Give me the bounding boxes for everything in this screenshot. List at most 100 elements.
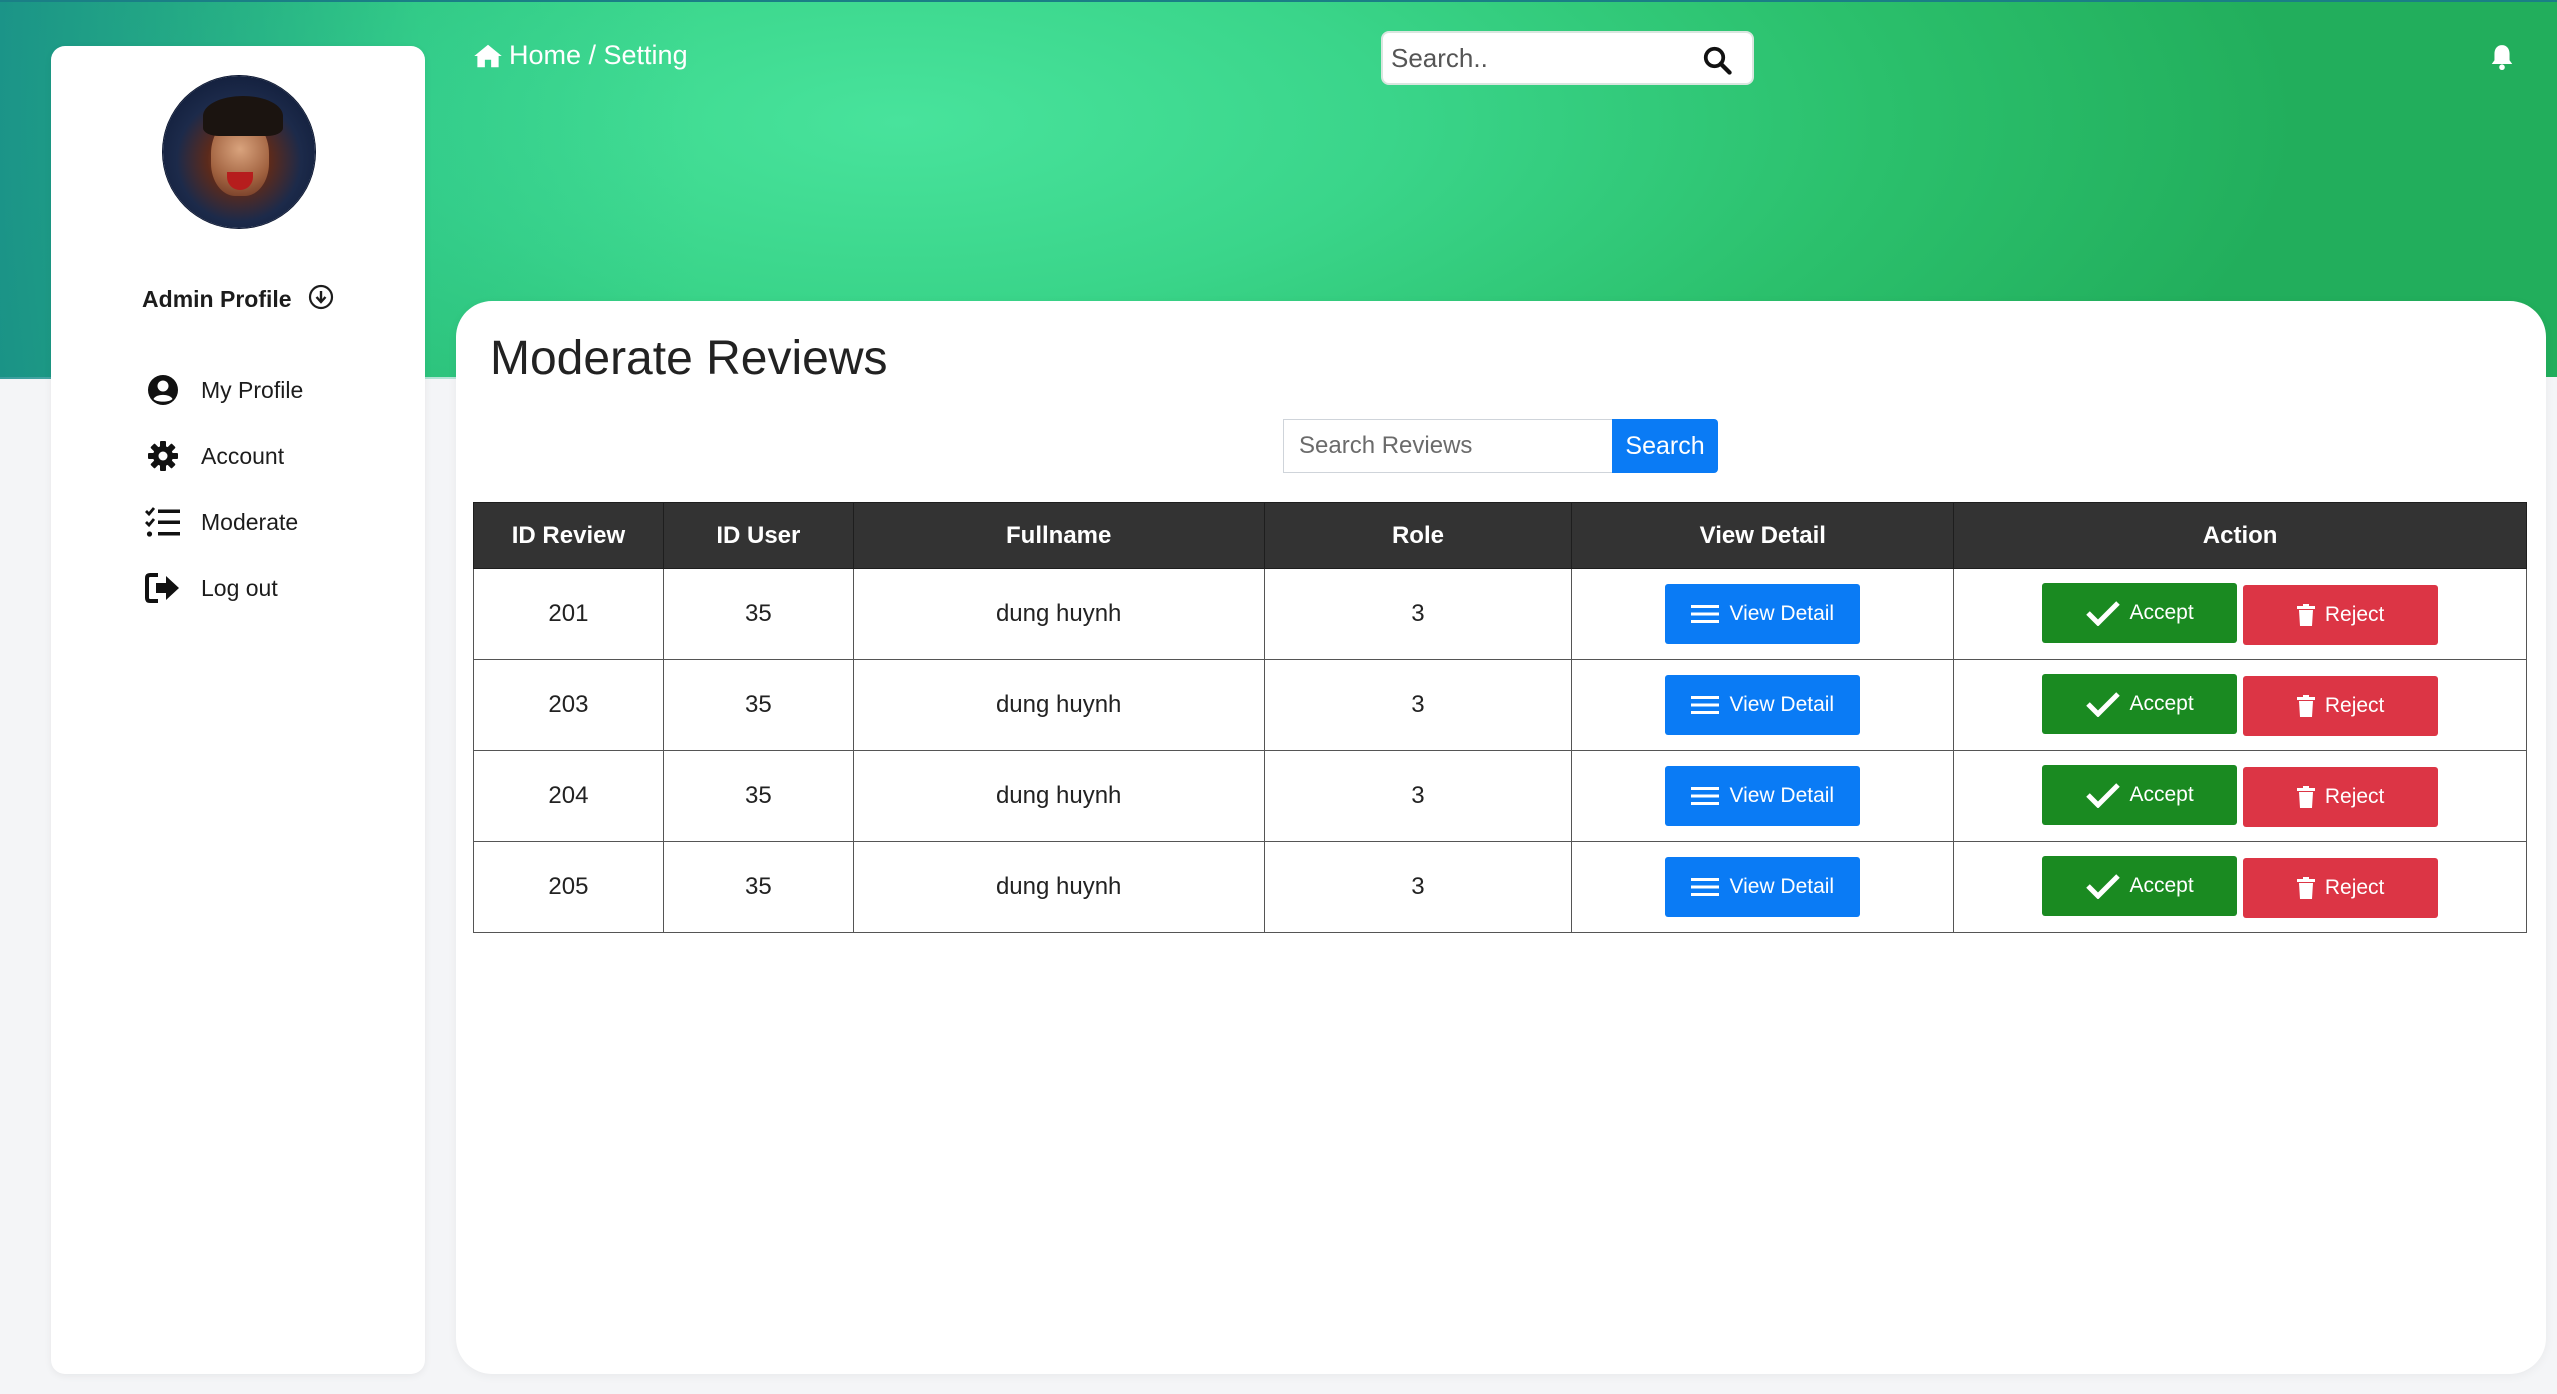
user-circle-icon [145, 374, 181, 406]
cell-fullname: dung huynh [852, 568, 1265, 660]
cell-id-user: 35 [662, 568, 854, 660]
sidebar-item-my-profile[interactable]: My Profile [145, 368, 303, 412]
top-search-input[interactable] [1391, 42, 1681, 74]
cell-id-review: 204 [473, 750, 664, 842]
column-header: Role [1263, 502, 1573, 569]
logout-icon [145, 572, 181, 604]
top-search-box[interactable] [1381, 31, 1754, 85]
reviews-table: ID Review ID User Fullname Role View Det… [473, 502, 2527, 933]
sidebar-item-account[interactable]: Account [145, 434, 303, 478]
reject-button[interactable]: Reject [2243, 585, 2439, 645]
cell-view-detail: View Detail [1571, 841, 1955, 933]
cell-view-detail: View Detail [1571, 568, 1955, 660]
profile-name[interactable]: Admin Profile [51, 284, 425, 313]
cell-role: 3 [1263, 568, 1573, 660]
cell-action: Accept Reject [1953, 841, 2527, 933]
cell-action: Accept Reject [1953, 659, 2527, 751]
accept-button[interactable]: Accept [2042, 856, 2238, 916]
accept-button[interactable]: Accept [2042, 765, 2238, 825]
page: Home / Setting Admin Profile [0, 0, 2557, 1394]
cell-id-user: 35 [662, 841, 854, 933]
reject-label: Reject [2324, 694, 2385, 717]
cell-fullname: dung huynh [852, 659, 1265, 751]
cell-action: Accept Reject [1953, 750, 2527, 842]
cell-id-review: 203 [473, 659, 664, 751]
view-detail-label: View Detail [1729, 784, 1835, 807]
accept-button[interactable]: Accept [2042, 674, 2238, 734]
sidebar-item-moderate[interactable]: Moderate [145, 500, 303, 544]
avatar-hair [203, 96, 283, 136]
reject-label: Reject [2324, 603, 2385, 626]
search-icon[interactable] [1702, 45, 1732, 75]
circle-down-icon[interactable] [308, 284, 334, 310]
accept-button[interactable]: Accept [2042, 583, 2238, 643]
view-detail-label: View Detail [1729, 602, 1835, 625]
column-header: Fullname [852, 502, 1265, 569]
trash-icon [2296, 877, 2315, 899]
main-card: Moderate Reviews Search ID Review ID Use… [456, 301, 2546, 1374]
view-detail-button[interactable]: View Detail [1665, 675, 1861, 735]
view-detail-button[interactable]: View Detail [1665, 584, 1861, 644]
cell-view-detail: View Detail [1571, 659, 1955, 751]
check-icon [2085, 782, 2120, 808]
trash-icon [2296, 695, 2315, 717]
cell-id-review: 205 [473, 841, 664, 933]
reject-label: Reject [2324, 876, 2385, 899]
sidebar-item-label: Moderate [201, 508, 299, 535]
checklist-icon [145, 506, 181, 538]
cell-view-detail: View Detail [1571, 750, 1955, 842]
trash-icon [2296, 786, 2315, 808]
table-row: 203 35 dung huynh 3 View Detail Accept R… [473, 659, 2527, 751]
sidebar-item-label: Log out [201, 574, 278, 601]
review-search: Search [1283, 419, 1718, 473]
menu-lines-icon [1691, 604, 1720, 624]
page-title: Moderate Reviews [490, 332, 888, 385]
home-icon [474, 44, 502, 67]
menu-lines-icon [1691, 786, 1720, 806]
check-icon [2085, 873, 2120, 899]
view-detail-label: View Detail [1729, 875, 1835, 898]
cell-id-user: 35 [662, 659, 854, 751]
sidebar-item-label: My Profile [201, 376, 304, 403]
bell-icon[interactable] [2489, 43, 2515, 71]
check-icon [2085, 691, 2120, 717]
accept-label: Accept [2129, 692, 2194, 715]
avatar[interactable] [163, 76, 315, 228]
table-header-row: ID Review ID User Fullname Role View Det… [473, 502, 2527, 569]
cell-role: 3 [1263, 750, 1573, 842]
table-row: 201 35 dung huynh 3 View Detail Accept R… [473, 568, 2527, 660]
cell-id-user: 35 [662, 750, 854, 842]
cell-fullname: dung huynh [852, 841, 1265, 933]
reject-button[interactable]: Reject [2243, 676, 2439, 736]
profile-name-label: Admin Profile [142, 286, 292, 312]
menu-lines-icon [1691, 877, 1720, 897]
reject-label: Reject [2324, 785, 2385, 808]
accept-label: Accept [2129, 601, 2194, 624]
table-row: 204 35 dung huynh 3 View Detail Accept R… [473, 750, 2527, 842]
gear-icon [145, 440, 181, 472]
sidebar-menu: My Profile Account Moderate Log out [145, 368, 303, 632]
cell-fullname: dung huynh [852, 750, 1265, 842]
accept-label: Accept [2129, 783, 2194, 806]
column-header: View Detail [1571, 502, 1955, 569]
breadcrumb[interactable]: Home / Setting [473, 40, 688, 71]
column-header: Action [1953, 502, 2527, 569]
column-header: ID User [662, 502, 854, 569]
review-search-input[interactable] [1283, 419, 1612, 473]
view-detail-button[interactable]: View Detail [1665, 857, 1861, 917]
table-row: 205 35 dung huynh 3 View Detail Accept R… [473, 841, 2527, 933]
breadcrumb-text[interactable]: Home / Setting [509, 40, 688, 71]
sidebar: Admin Profile My Profile Account Moderat… [51, 46, 425, 1374]
review-search-button[interactable]: Search [1612, 419, 1718, 473]
trash-icon [2296, 604, 2315, 626]
sidebar-item-label: Account [201, 442, 285, 469]
check-icon [2085, 600, 2120, 626]
view-detail-label: View Detail [1729, 693, 1835, 716]
column-header: ID Review [473, 502, 664, 569]
cell-id-review: 201 [473, 568, 664, 660]
cell-role: 3 [1263, 841, 1573, 933]
sidebar-item-log-out[interactable]: Log out [145, 566, 303, 610]
reject-button[interactable]: Reject [2243, 858, 2439, 918]
reject-button[interactable]: Reject [2243, 767, 2439, 827]
view-detail-button[interactable]: View Detail [1665, 766, 1861, 826]
